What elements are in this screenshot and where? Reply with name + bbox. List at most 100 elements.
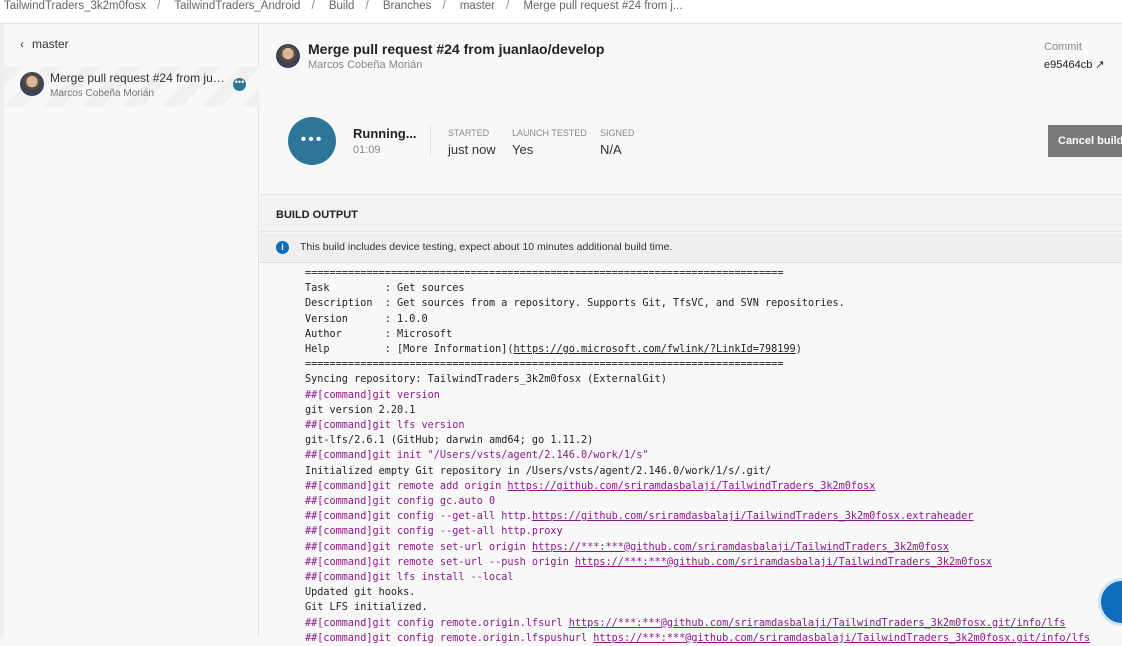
log-text: ##[command]git version (305, 389, 440, 401)
log-line: ##[command]git lfs version (305, 418, 1090, 433)
log-text: Initialized empty Git repository in /Use… (305, 465, 772, 477)
branch-name: master (32, 37, 69, 51)
log-text: ##[command]git remote set-url origin (305, 541, 532, 553)
commit-label: Commit (1044, 41, 1082, 53)
log-text: ##[command]git remote set-url --push ori… (305, 556, 575, 568)
breadcrumb-separator: / (157, 0, 161, 12)
info-text: This build includes device testing, expe… (300, 241, 673, 253)
back-to-branch-link[interactable]: ‹ master (20, 37, 69, 51)
log-line: ##[command]git lfs install --local (305, 570, 1090, 585)
log-text: ##[command]git lfs install --local (305, 572, 514, 584)
running-status-icon: ••• (288, 117, 336, 165)
log-link[interactable]: https://***:***@github.com/sriramdasbala… (593, 633, 1090, 644)
sidebar: ‹ master Merge pull request #24 from juan… (0, 24, 259, 637)
log-text: ##[command]git init "/Users/vsts/agent/2… (305, 450, 649, 462)
breadcrumb-item[interactable]: Build (329, 0, 355, 12)
log-text: ========================================… (305, 268, 784, 279)
log-line: ##[command]git init "/Users/vsts/agent/2… (305, 448, 1090, 463)
log-link[interactable]: https://go.microsoft.com/fwlink/?LinkId=… (514, 344, 796, 355)
divider (430, 125, 431, 157)
log-text: ##[command]git config gc.auto 0 (305, 496, 496, 508)
log-line: Initialized empty Git repository in /Use… (305, 464, 1090, 479)
log-line: ========================================… (305, 266, 1090, 281)
log-text: ##[command]git config --get-all http. (305, 511, 532, 523)
launch-tested-value: Yes (512, 142, 534, 157)
log-line: ========================================… (305, 357, 1090, 372)
breadcrumb-item[interactable]: master (460, 0, 495, 12)
commit-hash: e95464cb (1044, 59, 1093, 71)
log-text: ##[command]git config remote.origin.lfsp… (305, 632, 594, 644)
log-line: Syncing repository: TailwindTraders_3k2m… (305, 372, 1090, 387)
log-text: ##[command]git lfs version (305, 420, 465, 432)
commit-author: Marcos Cobeña Morián (308, 59, 423, 71)
started-field: STARTED just now (448, 128, 496, 157)
log-text: Updated git hooks. (305, 587, 416, 599)
log-line: ##[command]git config --get-all http.htt… (305, 509, 1090, 524)
log-line: ##[command]git remote add origin https:/… (305, 479, 1090, 494)
build-title: Merge pull request #24 from juanlao/deve… (50, 71, 230, 85)
log-line: Updated git hooks. (305, 585, 1090, 600)
log-line: ##[command]git remote set-url --push ori… (305, 555, 1090, 570)
log-text: Syncing repository: TailwindTraders_3k2m… (305, 374, 667, 386)
external-link-icon: ↗ (1095, 59, 1105, 71)
log-line: ##[command]git config --get-all http.pro… (305, 524, 1090, 539)
build-list-item[interactable]: Merge pull request #24 from juanlao/deve… (4, 66, 259, 106)
breadcrumb-separator: / (442, 0, 446, 12)
build-detail: Merge pull request #24 from juanlao/deve… (260, 24, 1122, 644)
log-line: ##[command]git config remote.origin.lfsp… (305, 631, 1090, 646)
log-line: ##[command]git version (305, 388, 1090, 403)
launch-tested-field: LAUNCH TESTED Yes (512, 128, 587, 157)
breadcrumb-item[interactable]: TailwindTraders_Android (174, 0, 300, 12)
breadcrumb-current: Merge pull request #24 from j... (523, 0, 683, 12)
log-line: ##[command]git config remote.origin.lfsu… (305, 616, 1090, 631)
launch-tested-label: LAUNCH TESTED (512, 128, 587, 138)
log-line: Task : Get sources (305, 281, 1090, 296)
log-text: Help : [More Information]( (305, 344, 514, 356)
log-text: git version 2.20.1 (305, 404, 416, 416)
breadcrumb-separator: / (506, 0, 510, 12)
build-log: ========================================… (305, 266, 1090, 646)
log-line: git version 2.20.1 (305, 403, 1090, 418)
log-link[interactable]: https://***:***@github.com/sriramdasbala… (569, 618, 1066, 629)
log-text: Version : 1.0.0 (305, 313, 428, 325)
breadcrumb: TailwindTraders_3k2m0fosx / TailwindTrade… (0, 0, 1122, 24)
build-state: Running... (353, 126, 417, 141)
breadcrumb-separator: / (311, 0, 315, 12)
log-link[interactable]: https://github.com/sriramdasbalaji/Tailw… (532, 511, 974, 522)
commit-link[interactable]: e95464cb ↗ (1044, 58, 1105, 71)
log-line: Description : Get sources from a reposit… (305, 296, 1090, 311)
signed-value: N/A (600, 142, 622, 157)
avatar (276, 44, 300, 68)
build-elapsed: 01:09 (353, 144, 381, 156)
log-text: ) (795, 344, 802, 356)
log-line: Author : Microsoft (305, 327, 1090, 342)
breadcrumb-item[interactable]: TailwindTraders_3k2m0fosx (4, 0, 146, 12)
log-line: git-lfs/2.6.1 (GitHub; darwin amd64; go … (305, 433, 1090, 448)
log-text: Author : Microsoft (305, 328, 453, 340)
log-text: Description : Get sources from a reposit… (305, 298, 845, 310)
info-banner: i This build includes device testing, exp… (260, 233, 1122, 263)
build-author: Marcos Cobeña Morián (50, 88, 154, 99)
signed-field: SIGNED N/A (600, 128, 635, 157)
running-status-icon: ••• (233, 78, 246, 91)
info-icon: i (276, 241, 289, 254)
log-text: ##[command]git config --get-all http.pro… (305, 526, 563, 538)
page-title: Merge pull request #24 from juanlao/deve… (308, 41, 605, 57)
log-line: Git LFS initialized. (305, 600, 1090, 615)
cancel-build-button[interactable]: Cancel build (1048, 125, 1122, 157)
build-output-heading: BUILD OUTPUT (260, 194, 1122, 232)
avatar (20, 72, 44, 96)
log-text: ##[command]git remote add origin (305, 480, 508, 492)
log-line: Version : 1.0.0 (305, 312, 1090, 327)
log-link[interactable]: https://***:***@github.com/sriramdasbala… (532, 542, 949, 553)
log-line: ##[command]git config gc.auto 0 (305, 494, 1090, 509)
log-link[interactable]: https://github.com/sriramdasbalaji/Tailw… (507, 481, 875, 492)
breadcrumb-item[interactable]: Branches (383, 0, 432, 12)
log-text: Git LFS initialized. (305, 602, 428, 614)
log-line: ##[command]git remote set-url origin htt… (305, 540, 1090, 555)
log-link[interactable]: https://***:***@github.com/sriramdasbala… (575, 557, 992, 568)
log-text: ========================================… (305, 359, 784, 371)
signed-label: SIGNED (600, 128, 635, 138)
breadcrumb-separator: / (365, 0, 369, 12)
log-text: Task : Get sources (305, 283, 465, 295)
